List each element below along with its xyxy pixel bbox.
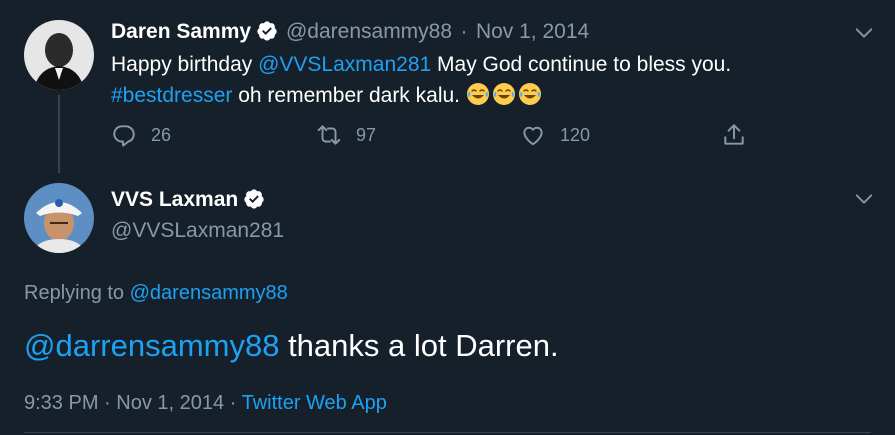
mention-link[interactable]: @darrensammy88	[24, 328, 279, 363]
tweet-time[interactable]: 9:33 PM	[24, 392, 98, 414]
like-count: 120	[560, 124, 591, 145]
retweet-icon	[317, 125, 341, 145]
retweet-count: 97	[356, 124, 377, 145]
author-handle[interactable]: @darensammy88	[286, 20, 452, 43]
text-segment: oh remember dark kalu.	[232, 84, 461, 107]
share-button[interactable]	[721, 122, 761, 148]
face-with-tears-of-joy-emoji	[492, 83, 515, 105]
tweet-meta: 9:33 PM · Nov 1, 2014 · Twitter Web App	[24, 392, 387, 415]
tweet-date[interactable]: Nov 1, 2014	[116, 392, 224, 414]
tweet-date[interactable]: Nov 1, 2014	[476, 20, 589, 43]
verified-icon	[256, 21, 277, 41]
face-with-tears-of-joy-emoji	[466, 83, 489, 105]
replying-label: Replying to	[24, 282, 125, 304]
hashtag-link[interactable]: #bestdresser	[111, 84, 232, 107]
retweet-button[interactable]: 97	[316, 122, 376, 148]
thread-connector	[58, 95, 60, 173]
dot-separator: ·	[229, 392, 237, 414]
like-icon	[523, 126, 543, 146]
emoji-group	[466, 83, 544, 107]
avatar-daren-sammy[interactable]	[24, 20, 94, 90]
reply-button[interactable]: 26	[111, 122, 171, 148]
mention-link[interactable]: @VVSLaxman281	[258, 53, 431, 76]
source-link[interactable]: Twitter Web App	[242, 392, 387, 414]
chevron-down-icon[interactable]	[853, 188, 875, 210]
tweet-text: @darrensammy88 thanks a lot Darren.	[24, 328, 559, 364]
dot-separator: ·	[460, 20, 468, 43]
like-button[interactable]: 120	[520, 122, 590, 148]
verified-icon	[244, 189, 264, 209]
face-with-tears-of-joy-emoji	[518, 83, 541, 105]
author-name[interactable]: VVS Laxman	[111, 188, 238, 211]
chevron-down-icon[interactable]	[853, 22, 875, 44]
share-icon	[724, 124, 744, 145]
replying-to: Replying to @darensammy88	[24, 282, 288, 305]
dot-separator: ·	[104, 392, 111, 414]
divider	[24, 432, 871, 433]
text-segment: Happy birthday	[111, 53, 259, 76]
replying-to-link[interactable]: @darensammy88	[130, 282, 288, 304]
tweet-text: Happy birthday @VVSLaxman281 May God con…	[111, 49, 851, 111]
author-name[interactable]: Daren Sammy	[111, 20, 251, 43]
text-segment: May God continue to bless you.	[431, 53, 732, 76]
text-segment: thanks a lot Darren.	[279, 328, 559, 363]
author-handle[interactable]: @VVSLaxman281	[111, 219, 284, 243]
reply-icon	[113, 125, 135, 147]
avatar-vvs-laxman[interactable]	[24, 183, 94, 253]
reply-count: 26	[151, 124, 172, 145]
